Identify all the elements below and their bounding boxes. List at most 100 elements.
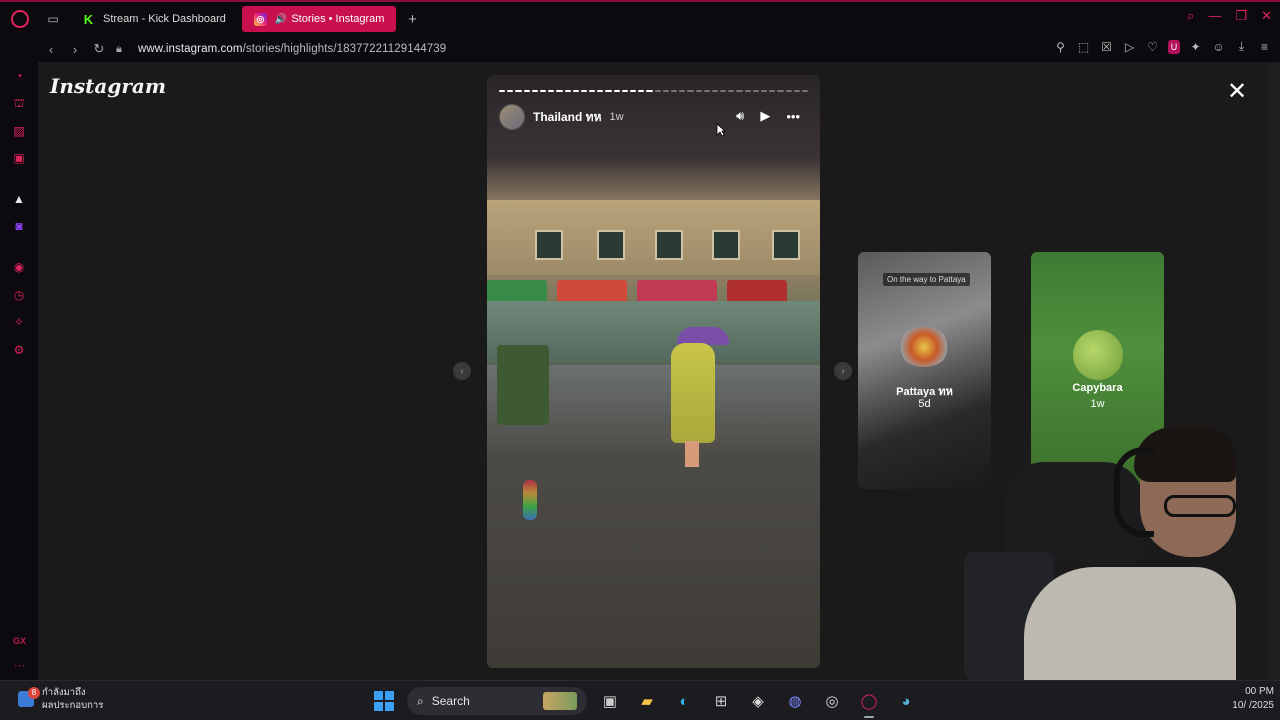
more-options-icon[interactable]: ••• — [786, 109, 800, 124]
gx-corner-icon[interactable]: ⛫ — [11, 96, 27, 112]
story-progress-segment — [777, 90, 784, 92]
adblock-icon[interactable]: ☒ — [1099, 40, 1114, 54]
browser-globe-icon[interactable]: ◕ — [892, 687, 920, 715]
twitch-icon[interactable]: ◙ — [11, 218, 27, 234]
gx-cleaner-icon[interactable]: ▨ — [11, 123, 27, 139]
menu-icon[interactable]: ≡ — [1257, 40, 1272, 54]
pin-icon[interactable]: ⚲ — [1053, 40, 1068, 54]
story-progress-segment — [539, 90, 547, 92]
taskbar-search[interactable]: ⌕ Search — [407, 687, 587, 715]
gx-control-icon[interactable]: ◔ — [11, 68, 27, 84]
story-progress-segment — [597, 90, 604, 92]
story-progress-segment — [515, 90, 522, 92]
plant-shape — [497, 345, 549, 425]
minimize-icon[interactable]: — — [1208, 8, 1221, 24]
play-icon[interactable]: ▶ — [760, 108, 770, 124]
window-shape — [772, 230, 800, 260]
close-window-icon[interactable]: ✕ — [1261, 8, 1272, 24]
toolbar-right: ⚲ ⬚ ☒ ▷ ♡ U ✦ ☺ ⤓ ≡ — [1053, 39, 1272, 54]
window-shape — [712, 230, 740, 260]
windows-logo-icon — [374, 691, 394, 711]
file-explorer-icon[interactable]: ▰ — [633, 687, 661, 715]
play-icon[interactable]: ▷ — [1122, 40, 1137, 54]
awning-shape — [487, 280, 547, 302]
opera-gx-icon[interactable]: ◯ — [855, 687, 883, 718]
more-icon[interactable]: ··· — [14, 660, 25, 672]
search-icon: ⌕ — [417, 693, 424, 708]
story-viewer[interactable]: Thailand ทห 1w 🔊︎ ▶ ••• — [487, 75, 820, 668]
mail-icon[interactable]: ▣ — [11, 150, 27, 166]
story-progress-segment — [507, 90, 514, 92]
story-progress-segment — [572, 90, 579, 92]
instagram-logo[interactable]: Instagram — [50, 74, 166, 98]
ublock-shield-icon[interactable]: U — [1168, 39, 1180, 54]
task-view-icon[interactable]: ▣ — [596, 687, 624, 715]
weather-icon: 8 — [18, 687, 40, 707]
taskbar-apps: ⌕ Search ▣ ▰ ◐ ⊞ ◈ ◍ ◎ ◯ ◕ — [370, 687, 920, 718]
snapshot-icon[interactable]: ⬚ — [1076, 40, 1091, 54]
avatar[interactable] — [499, 104, 525, 130]
extensions-sidebar-icon[interactable]: ✧ — [11, 314, 27, 330]
search-label: Search — [431, 694, 470, 708]
tab-label: Stories • Instagram — [291, 13, 385, 25]
discord-icon[interactable]: ◍ — [781, 687, 809, 715]
webcam-overlay — [964, 427, 1236, 680]
obs-icon[interactable]: ◎ — [818, 687, 846, 715]
story-progress-segment — [720, 90, 727, 92]
story-progress-segment — [613, 90, 620, 92]
extensions-icon[interactable]: ✦ — [1188, 40, 1203, 54]
story-time: 1w — [609, 111, 624, 123]
new-tab-button[interactable]: + — [400, 7, 424, 31]
story-progress-segment — [801, 90, 809, 92]
speaker-icon[interactable]: 🔊 — [275, 14, 287, 25]
story-progress-segment — [580, 90, 588, 92]
opera-logo-icon[interactable] — [0, 1, 40, 37]
tab-menu-icon[interactable]: ▭ — [40, 6, 66, 32]
close-story-button[interactable]: ✕ — [1225, 80, 1249, 104]
story-progress-segment — [785, 90, 792, 92]
reload-icon[interactable]: ↻ — [88, 38, 110, 60]
story-progress-segment — [621, 90, 628, 92]
story-progress-segment — [523, 90, 530, 92]
scrollbar[interactable] — [1269, 62, 1280, 680]
glasses-shape — [1164, 495, 1236, 517]
start-button[interactable] — [370, 687, 398, 715]
story-progress-segment — [711, 90, 719, 92]
profile-icon[interactable]: ☺ — [1211, 40, 1226, 54]
lock-icon[interactable]: 🔒︎ — [116, 42, 128, 56]
settings-icon[interactable]: ⚙ — [11, 342, 27, 358]
story-progress-segment — [670, 90, 678, 92]
store-icon[interactable]: ⊞ — [707, 687, 735, 715]
story-progress-segment — [605, 90, 612, 92]
ai-icon[interactable]: ▲ — [11, 191, 27, 207]
volume-icon[interactable]: 🔊︎ — [736, 108, 744, 124]
download-icon[interactable]: ⤓ — [1234, 39, 1249, 54]
clock-time: 00 PM — [1245, 686, 1274, 697]
system-clock[interactable]: 00 PM 10/ /2025 — [1232, 685, 1280, 713]
tab-kick-dashboard[interactable]: K Stream - Kick Dashboard — [70, 6, 238, 32]
edge-icon[interactable]: ◐ — [670, 687, 698, 715]
maximize-icon[interactable]: ❐ — [1235, 8, 1247, 24]
headphone-shape — [1114, 447, 1154, 537]
story-progress-segment — [531, 90, 538, 92]
heart-icon[interactable]: ♡ — [1145, 40, 1160, 54]
tab-instagram-stories[interactable]: ◎ 🔊 Stories • Instagram — [241, 6, 397, 32]
history-icon[interactable]: ◷ — [11, 287, 27, 303]
story-progress-segment — [654, 90, 661, 92]
next-story-arrow-icon[interactable]: › — [834, 362, 852, 380]
weather-widget[interactable]: 8 กำลังมาถึง ผลประกอบการ — [18, 686, 103, 712]
story-title[interactable]: Thailand ทห — [533, 108, 602, 127]
mouse-cursor-icon — [716, 123, 726, 137]
instagram-icon: ◎ — [253, 12, 267, 26]
story-progress-segment — [662, 90, 669, 92]
url-field[interactable]: www.instagram.com/stories/highlights/183… — [138, 43, 446, 55]
prev-story-arrow-icon[interactable]: ‹ — [453, 362, 471, 380]
unity-icon[interactable]: ◈ — [744, 687, 772, 715]
back-icon[interactable]: ‹ — [40, 38, 62, 60]
story-progress-segment — [695, 90, 702, 92]
player-icon[interactable]: ◉ — [11, 259, 27, 275]
weather-text: กำลังมาถึง ผลประกอบการ — [42, 686, 103, 712]
tab-label: Stream - Kick Dashboard — [103, 13, 226, 25]
forward-icon[interactable]: › — [64, 38, 86, 60]
search-tabs-icon[interactable]: ⌕ — [1187, 8, 1194, 24]
